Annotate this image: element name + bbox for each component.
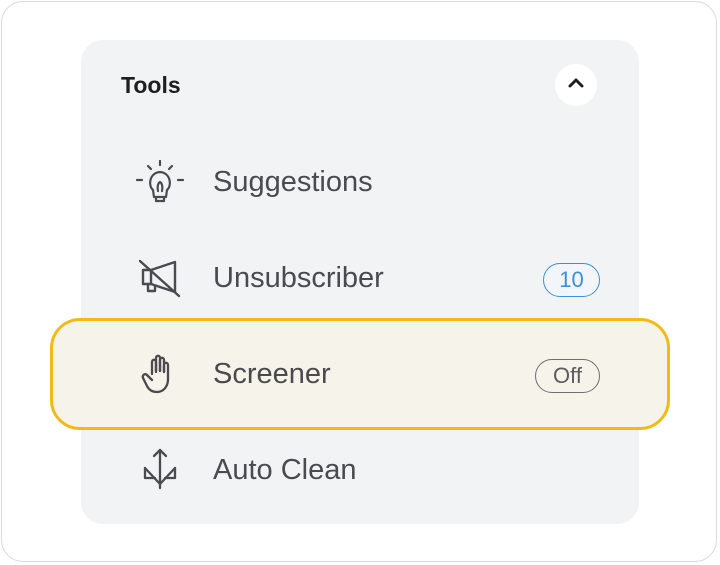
tool-item-auto-clean[interactable]: Auto Clean (81, 438, 639, 502)
tool-item-suggestions[interactable]: Suggestions (81, 150, 639, 214)
muted-megaphone-icon (135, 258, 185, 298)
tool-label: Screener (213, 358, 331, 390)
lightbulb-icon (135, 160, 185, 203)
count-badge: 10 (543, 263, 600, 297)
raised-hand-icon (135, 354, 185, 394)
status-badge: Off (535, 359, 600, 393)
auto-clean-arrows-icon (135, 448, 185, 490)
collapse-button[interactable] (555, 64, 597, 106)
chevron-up-icon (567, 76, 585, 94)
tool-label: Auto Clean (213, 454, 357, 486)
tool-item-screener[interactable]: Screener Off (81, 342, 639, 406)
tool-item-unsubscriber[interactable]: Unsubscriber 10 (81, 246, 639, 310)
tool-label: Suggestions (213, 166, 373, 198)
tool-label: Unsubscriber (213, 262, 384, 294)
section-title: Tools (121, 72, 181, 98)
